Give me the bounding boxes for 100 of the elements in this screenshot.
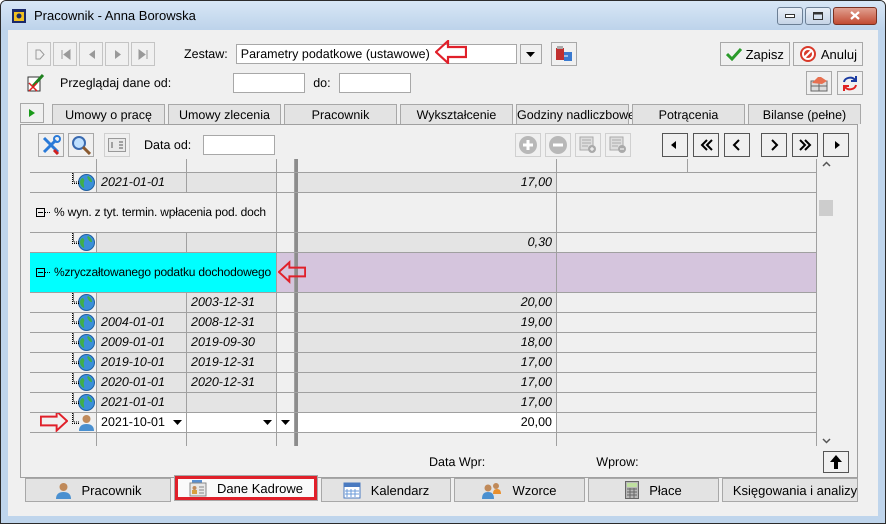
number-button[interactable] xyxy=(104,133,130,158)
field-label: Data od: xyxy=(144,138,192,152)
tab[interactable]: Wzorce xyxy=(454,478,585,502)
expand-tabs-button[interactable] xyxy=(20,103,44,123)
group-label[interactable]: % wyn. z tyt. termin. wpłacenia pod. doch xyxy=(54,205,266,220)
previous-button[interactable] xyxy=(724,133,750,158)
globe-icon xyxy=(78,174,95,191)
cancel-button[interactable]: Anuluj xyxy=(792,42,863,66)
add-row-button[interactable] xyxy=(575,133,601,158)
save-button[interactable]: Zapisz xyxy=(720,42,790,66)
tab[interactable]: Pracownik xyxy=(25,478,171,502)
add-button[interactable] xyxy=(515,133,541,158)
tab[interactable]: Księgowania i analizy xyxy=(722,478,858,502)
move-up-button[interactable] xyxy=(823,450,849,473)
close-button[interactable] xyxy=(833,6,877,24)
table-cell: 18,00 xyxy=(298,332,557,352)
remove-icon xyxy=(548,135,568,156)
export-button[interactable] xyxy=(806,71,832,95)
checkmark-icon xyxy=(726,47,742,61)
tab[interactable]: Umowy zlecenia xyxy=(168,104,281,124)
refresh-icon xyxy=(841,74,859,92)
field-label: Wprow: xyxy=(596,454,639,469)
globe-icon xyxy=(78,354,95,371)
tab[interactable]: Umowy o pracę xyxy=(52,104,165,124)
calculator-icon xyxy=(625,481,640,499)
maximize-icon xyxy=(813,12,823,20)
table-cell: 17,00 xyxy=(298,392,557,412)
window-title: Pracownik - Anna Borowska xyxy=(34,8,197,23)
tab[interactable]: Bilanse (pełne) xyxy=(748,104,861,124)
chart-arrow-icon xyxy=(810,74,828,92)
table-cell: 19,00 xyxy=(298,312,557,332)
globe-icon xyxy=(78,314,95,331)
first-button[interactable] xyxy=(662,133,688,158)
caret-icon xyxy=(173,420,182,425)
table-cell: 2004-01-01 xyxy=(97,312,187,332)
group-label[interactable]: %zryczałtowanego podatku dochodowego xyxy=(54,265,271,280)
set-field[interactable]: Parametry podatkowe (ustawowe) xyxy=(236,44,517,64)
next-button[interactable] xyxy=(761,133,787,158)
edit-document-icon xyxy=(27,74,45,92)
refresh-button[interactable] xyxy=(837,71,863,95)
table-cell: 17,00 xyxy=(298,352,557,372)
close-icon xyxy=(850,11,860,20)
globe-icon xyxy=(78,374,95,391)
remove-button[interactable] xyxy=(545,133,571,158)
tab[interactable]: Kalendarz xyxy=(321,478,451,502)
search-icon xyxy=(71,135,91,156)
date-to-field[interactable] xyxy=(338,73,411,93)
number-icon xyxy=(108,138,126,152)
dropdown-button[interactable] xyxy=(520,44,542,64)
minimize-icon xyxy=(785,14,795,18)
app-icon xyxy=(11,8,27,24)
new-record-icon xyxy=(32,48,46,60)
last-record-button[interactable] xyxy=(131,42,155,66)
globe-icon xyxy=(78,394,95,411)
scroll-up-icon xyxy=(822,160,830,167)
tab[interactable]: Potrącenia xyxy=(632,104,745,124)
table-cell: 2019-10-01 xyxy=(97,352,187,372)
date-from-field[interactable] xyxy=(233,73,306,93)
previous-page-icon xyxy=(699,138,713,152)
person-icon xyxy=(78,414,95,431)
tab[interactable]: Pracownik xyxy=(284,104,397,124)
table-cell: 2019-12-31 xyxy=(187,352,277,372)
caret-icon xyxy=(526,52,536,56)
table-cell: 2008-12-31 xyxy=(187,312,277,332)
new-record-button[interactable] xyxy=(27,42,51,66)
next-page-icon xyxy=(798,138,812,152)
play-icon xyxy=(29,109,35,117)
next-page-button[interactable] xyxy=(792,133,818,158)
table-cell: 2021-01-01 xyxy=(97,392,187,412)
search-button[interactable] xyxy=(68,133,94,158)
tab[interactable]: Płace xyxy=(588,478,719,502)
last-record-icon xyxy=(136,48,150,60)
table-cell: 2020-01-01 xyxy=(97,372,187,392)
globe-icon xyxy=(78,334,95,351)
table-cell: 20,00 xyxy=(298,292,557,312)
table-cell: 2020-12-31 xyxy=(187,372,277,392)
tab[interactable]: Dane Kadrowe xyxy=(174,475,318,501)
globe-icon xyxy=(78,234,95,251)
previous-page-button[interactable] xyxy=(693,133,719,158)
remove-row-button[interactable] xyxy=(605,133,631,158)
table-cell[interactable] xyxy=(187,412,277,432)
maximize-button[interactable] xyxy=(805,6,831,24)
field-label: Zestaw: xyxy=(184,47,228,61)
last-button[interactable] xyxy=(823,133,849,158)
date-field[interactable] xyxy=(203,135,276,156)
table-cell[interactable]: 20,00 xyxy=(298,412,557,432)
table-cell[interactable]: 2021-10-01 xyxy=(97,412,187,432)
table-cell: 2021-01-01 xyxy=(97,172,187,192)
tools-button[interactable] xyxy=(38,133,64,158)
table-cell: 2009-01-01 xyxy=(97,332,187,352)
previous-record-button[interactable] xyxy=(79,42,103,66)
settings-button[interactable] xyxy=(550,42,577,66)
table-cell: 2003-12-31 xyxy=(187,292,277,312)
dropdown-cell[interactable] xyxy=(277,412,295,432)
scroll-thumb[interactable] xyxy=(819,200,833,216)
person-icon xyxy=(54,482,72,498)
tab[interactable]: Wykształcenie xyxy=(400,104,513,124)
minimize-button[interactable] xyxy=(777,6,803,24)
next-record-button[interactable] xyxy=(105,42,129,66)
first-record-button[interactable] xyxy=(53,42,77,66)
